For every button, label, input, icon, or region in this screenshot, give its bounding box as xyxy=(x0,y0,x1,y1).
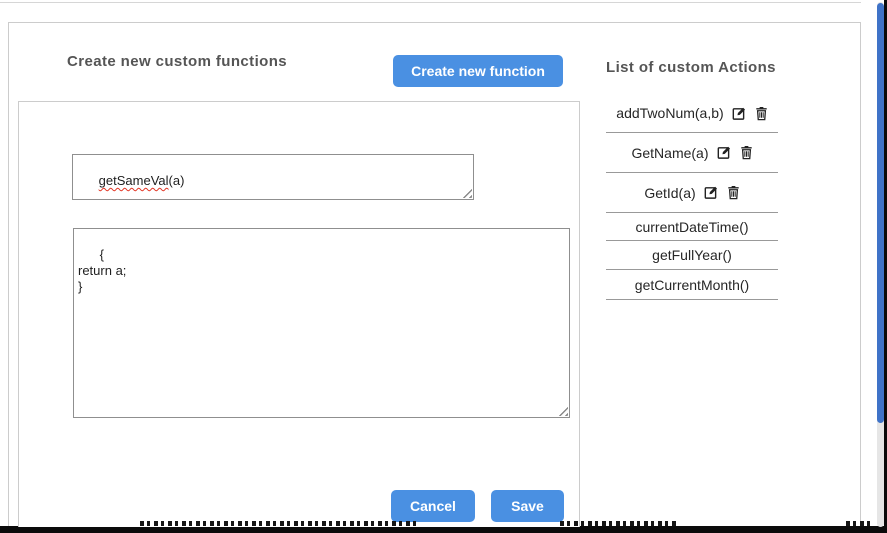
custom-actions-list: addTwoNum(a,b) GetName(a) GetId(a) curre… xyxy=(606,94,778,300)
function-name-input[interactable]: getSameVal(a) xyxy=(72,154,474,200)
page-title: Create new custom functions xyxy=(67,53,288,70)
action-label: GetName(a) xyxy=(631,144,709,161)
clipped-background-text xyxy=(846,521,874,526)
function-name-text: getSameVal xyxy=(98,173,169,188)
action-label: GetId(a) xyxy=(644,184,696,201)
function-body-text: { return a; } xyxy=(78,247,127,294)
list-item: currentDateTime() xyxy=(606,213,778,241)
trash-icon[interactable] xyxy=(727,185,740,200)
list-item: GetId(a) xyxy=(606,173,778,213)
clipped-background-text xyxy=(560,521,678,526)
save-button[interactable]: Save xyxy=(491,490,564,522)
scrollbar-thumb[interactable] xyxy=(877,3,884,423)
create-function-modal: Create new custom functions Create new f… xyxy=(8,22,861,527)
action-label: getCurrentMonth() xyxy=(634,276,750,293)
create-new-function-button[interactable]: Create new function xyxy=(393,55,563,87)
trash-icon[interactable] xyxy=(755,106,768,121)
cancel-button[interactable]: Cancel xyxy=(391,490,475,522)
edit-icon[interactable] xyxy=(732,106,747,121)
clipped-background-text xyxy=(140,521,418,526)
resize-handle-icon[interactable] xyxy=(462,188,472,198)
trash-icon[interactable] xyxy=(740,145,753,160)
window-top-border xyxy=(0,2,861,3)
list-item: getFullYear() xyxy=(606,241,778,270)
action-label: getFullYear() xyxy=(652,247,732,263)
vertical-scrollbar[interactable] xyxy=(877,2,884,527)
list-item: GetName(a) xyxy=(606,133,778,173)
action-label: addTwoNum(a,b) xyxy=(616,105,724,121)
edit-icon[interactable] xyxy=(717,145,732,160)
function-name-args: (a) xyxy=(168,173,185,188)
function-editor-panel: getSameVal(a) { return a; } Cancel Save xyxy=(18,101,580,527)
list-item: addTwoNum(a,b) xyxy=(606,94,778,133)
resize-handle-icon[interactable] xyxy=(558,406,568,416)
list-item: getCurrentMonth() xyxy=(606,270,778,300)
action-label: currentDateTime() xyxy=(635,218,749,235)
function-body-input[interactable]: { return a; } xyxy=(73,228,570,418)
actions-list-title: List of custom Actions xyxy=(606,59,776,76)
window-bottom-edge xyxy=(0,526,887,533)
edit-icon[interactable] xyxy=(704,185,719,200)
